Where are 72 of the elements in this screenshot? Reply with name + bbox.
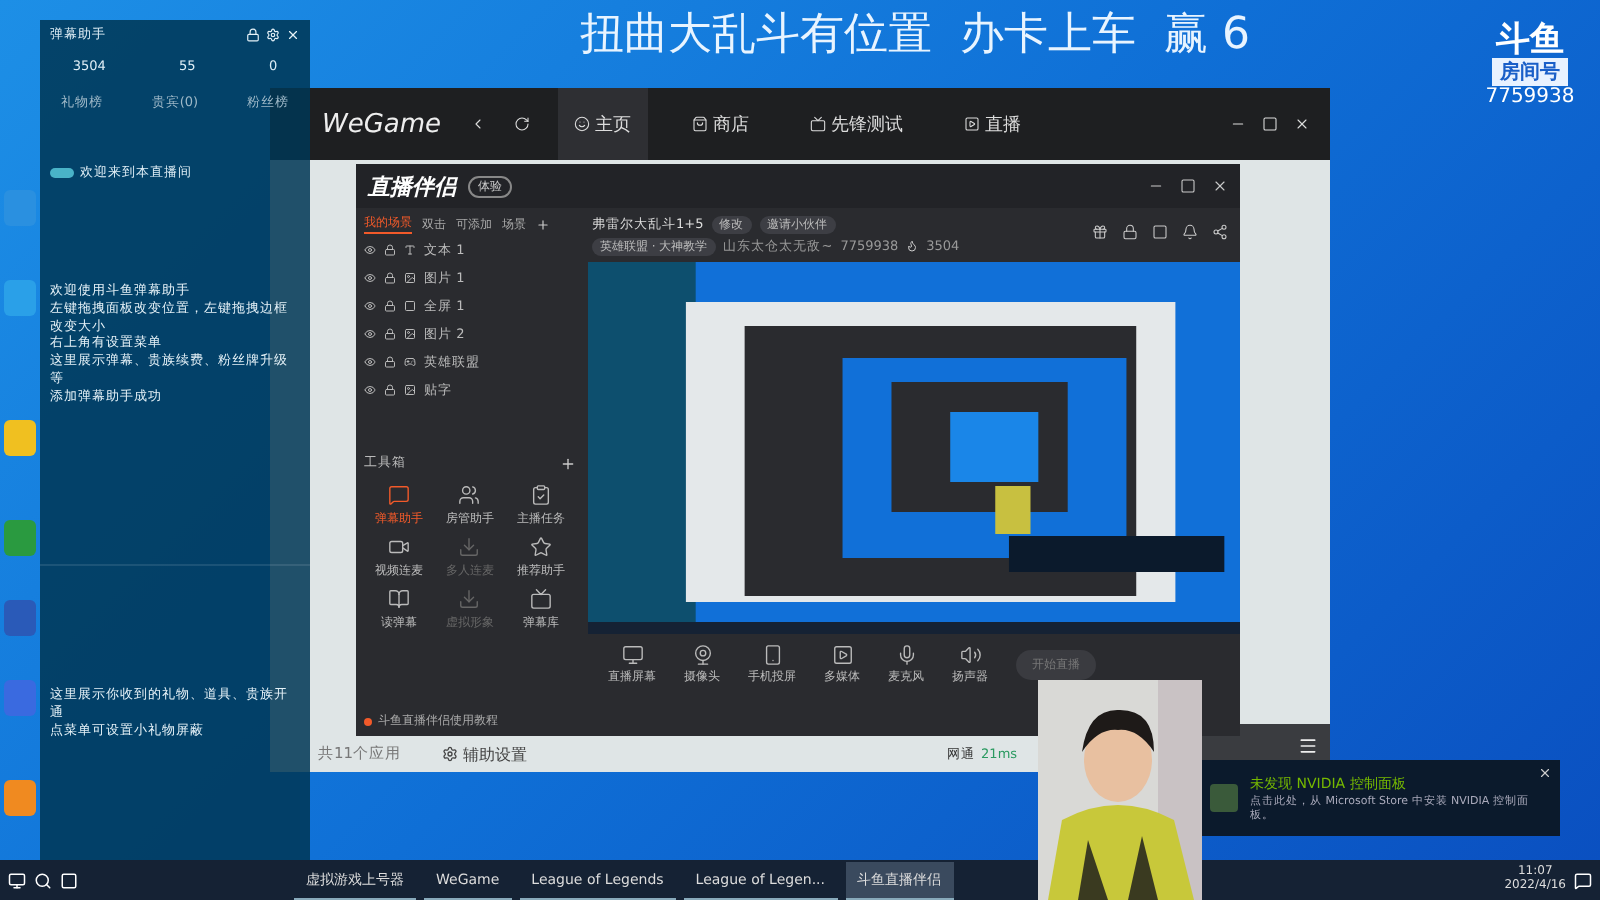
lock-icon[interactable] [384,300,396,312]
task-view-icon[interactable] [60,871,78,889]
webcam-icon [691,643,713,665]
tv-icon [529,588,552,610]
nav-tab[interactable]: 商店 [675,88,766,160]
star-icon [529,536,552,558]
chat-icon [388,484,411,506]
share-icon[interactable] [1212,224,1228,240]
room-number: 7759938 [1485,86,1575,108]
nav-tab[interactable]: 先锋测试 [793,88,920,160]
lock-icon[interactable] [384,384,396,396]
image-icon [404,328,416,340]
microphone-icon [895,643,917,665]
banner-text: 扭曲大乱斗有位置 办卡上车 赢 6 [580,8,1250,64]
gamepad-icon [404,356,416,368]
room-label: 房间号 [1492,58,1568,86]
monitor-icon [621,643,643,665]
lock-icon[interactable] [384,272,396,284]
eye-icon[interactable] [364,384,376,396]
download-icon [458,536,481,558]
lock-icon[interactable] [246,28,260,42]
bag-icon [691,116,708,132]
eye-icon[interactable] [364,328,376,340]
eye-icon[interactable] [364,272,376,284]
nav-tab[interactable]: 直播 [947,88,1038,160]
lock-icon[interactable] [384,356,396,368]
video-icon [388,536,411,558]
app-icon [1210,784,1238,812]
tv-icon [809,116,826,132]
box-icon[interactable] [1152,224,1168,240]
close-icon[interactable] [1294,116,1310,132]
frame-icon [404,300,416,312]
speaker-icon [959,643,981,665]
play-icon [963,116,980,132]
notification-icon[interactable] [1574,871,1592,889]
flame-icon [906,240,919,252]
refresh-icon[interactable] [513,116,530,132]
nav-tab[interactable]: 主页 [557,88,648,160]
menu-icon[interactable] [1298,736,1318,756]
play-icon [831,643,853,665]
eye-icon[interactable] [364,300,376,312]
settings-icon [441,746,458,762]
lock-icon[interactable] [384,244,396,256]
lock-icon[interactable] [1122,224,1138,240]
image-icon [404,384,416,396]
add-icon[interactable] [560,455,576,471]
app-logo: WeGame [322,109,442,139]
settings-icon[interactable] [266,28,280,42]
text-icon [404,244,416,256]
settings-link[interactable]: 辅助设置 [441,743,528,765]
phone-icon [761,643,783,665]
download-icon [458,588,481,610]
app-title: 直播伴侣 [368,171,456,201]
close-icon[interactable] [1212,178,1228,194]
close-button[interactable] [1538,766,1552,780]
search-icon[interactable] [34,871,52,889]
eye-icon[interactable] [364,244,376,256]
brand-logo: 斗鱼 [1496,24,1564,58]
book-icon [388,588,411,610]
add-icon[interactable] [536,217,550,231]
smile-icon [573,116,590,132]
maximize-icon[interactable] [1262,116,1278,132]
image-icon [404,272,416,284]
level-badge [50,168,74,178]
lock-icon[interactable] [384,328,396,340]
clipboard-icon [529,484,552,506]
eye-icon[interactable] [364,356,376,368]
person-icon [458,484,481,506]
gift-icon[interactable] [1092,224,1108,240]
maximize-icon[interactable] [1180,178,1196,194]
start-icon[interactable] [8,871,26,889]
bell-icon[interactable] [1182,224,1198,240]
